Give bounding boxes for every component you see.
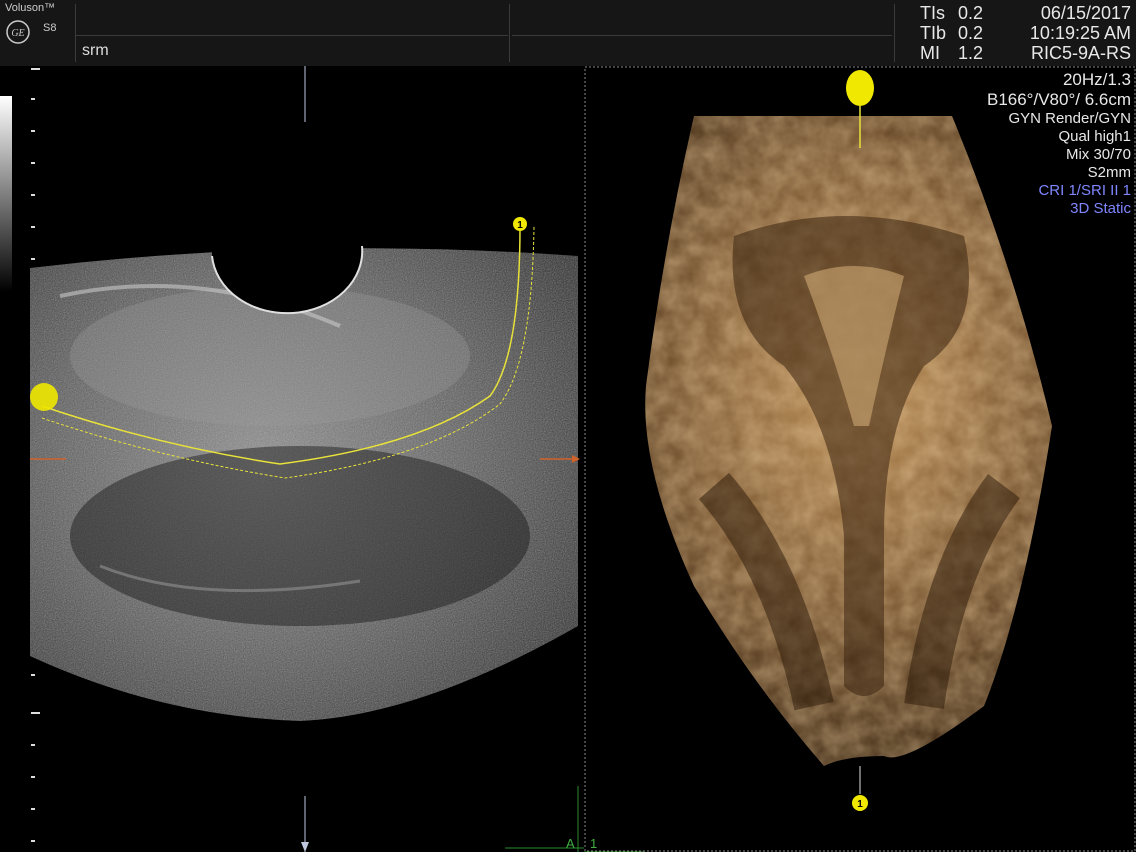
probe-name: RIC5-9A-RS	[1030, 43, 1131, 63]
tib-value: 0.2	[958, 23, 984, 43]
mode-label: 3D Static	[1070, 200, 1131, 217]
ge-logo-icon: GE	[6, 20, 30, 44]
plane-label: A	[566, 836, 575, 851]
patient-id: srm	[82, 42, 109, 59]
render-marker-label: 1	[857, 799, 863, 810]
tis-label: TIs	[920, 3, 945, 23]
exam-time: 10:19:25 AM	[1029, 23, 1131, 43]
bmode-image: 1 A	[30, 66, 584, 852]
header-divider	[509, 4, 510, 62]
header-bar: Voluson™ GE S8 srm TIs TIb MI 0.2 0.2 1.…	[0, 0, 1136, 66]
acquisition-info: 20Hz/1.3 B166°/V80°/ 6.6cm GYN Render/GY…	[987, 70, 1131, 218]
plane-number: 1	[590, 836, 597, 851]
header-divider	[76, 35, 508, 36]
cri-sri-label: CRI 1/SRI II 1	[1038, 182, 1131, 199]
safety-index-labels: TIs TIb MI	[920, 3, 946, 63]
mi-value: 1.2	[958, 43, 984, 63]
frame-rate: 20Hz/1.3	[1062, 70, 1131, 89]
brand-label: Voluson™	[5, 2, 56, 14]
tib-label: TIb	[920, 23, 947, 43]
header-divider	[512, 35, 892, 36]
model-label: S8	[43, 22, 57, 34]
header-divider	[894, 4, 895, 62]
quality-label: Qual high1	[1058, 128, 1131, 145]
slice-label: S2mm	[1087, 164, 1131, 181]
curve-marker-label: 1	[517, 220, 523, 231]
svg-text:GE: GE	[11, 28, 24, 39]
exam-date: 06/15/2017	[1040, 3, 1131, 23]
mix-label: Mix 30/70	[1065, 146, 1131, 163]
datetime-block: 06/15/2017 10:19:25 AM RIC5-9A-RS	[1030, 3, 1131, 63]
preset-label: GYN Render/GYN	[1008, 110, 1131, 127]
tis-value: 0.2	[958, 3, 984, 23]
safety-index-values: 0.2 0.2 1.2	[958, 3, 983, 63]
angles-depth: B166°/V80°/ 6.6cm	[986, 90, 1131, 109]
header-divider	[75, 4, 76, 62]
mi-label: MI	[920, 43, 940, 63]
